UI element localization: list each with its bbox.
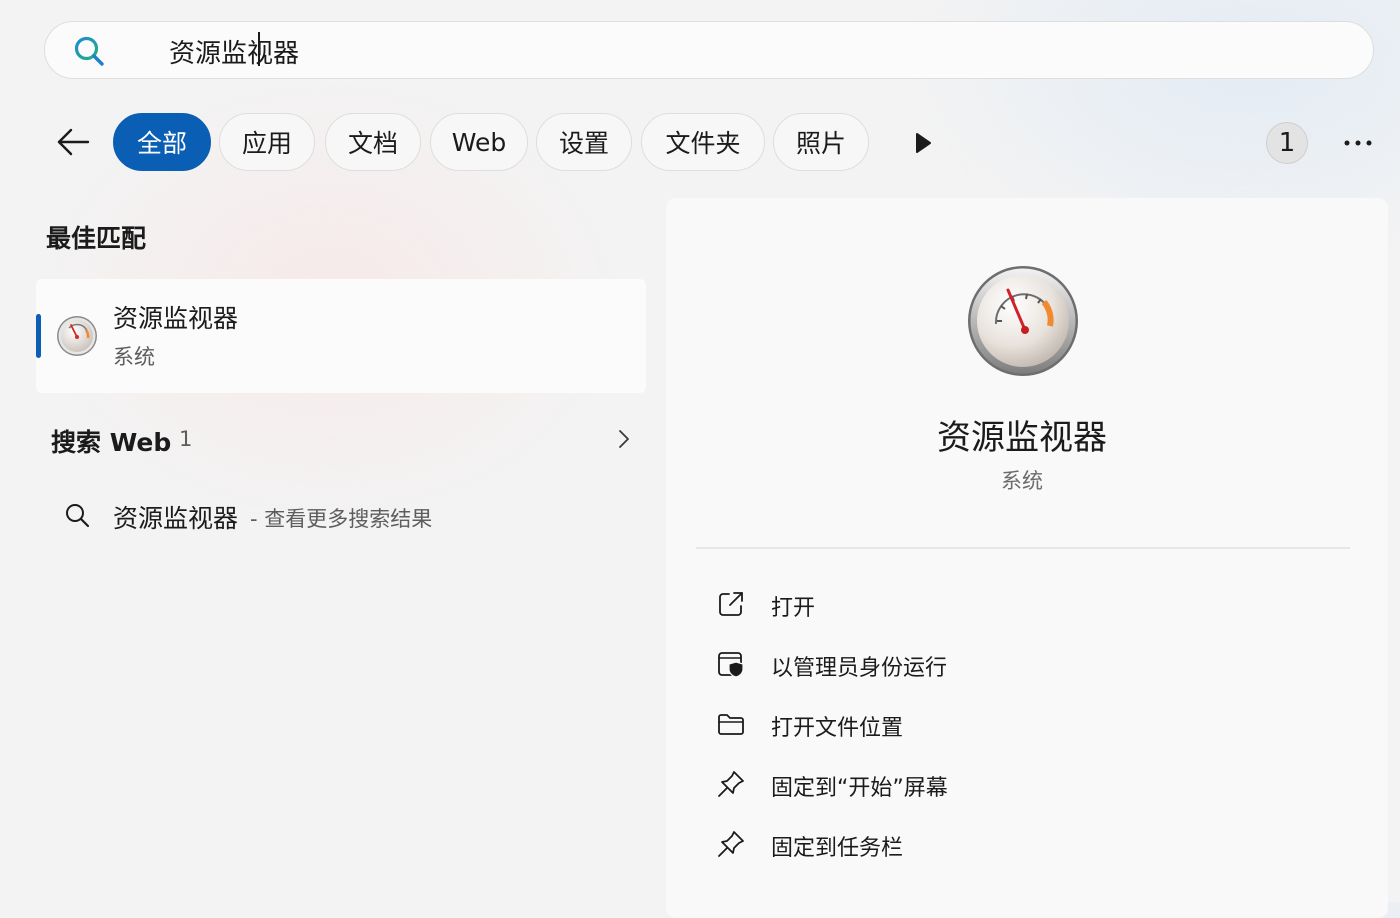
back-button[interactable] [50,117,96,167]
resource-monitor-icon [968,266,1078,376]
open-file-location-action[interactable]: 打开文件位置 [706,699,1306,749]
pin-to-taskbar-action[interactable]: 固定到任务栏 [706,819,1306,869]
pin-icon [718,771,744,797]
pin-icon [718,831,744,857]
best-match-item[interactable]: 资源监视器 系统 [36,279,646,393]
tab-documents[interactable]: 文档 [325,113,421,171]
more-tabs-button[interactable] [906,124,940,162]
preview-title: 资源监视器 [937,418,1107,458]
pin-to-taskbar-label: 固定到任务栏 [771,836,904,861]
preview-subtitle: 系统 [1001,469,1043,493]
run-as-admin-label: 以管理员身份运行 [771,656,948,681]
divider [696,547,1350,549]
best-match-type: 系统 [113,345,155,369]
tab-settings[interactable]: 设置 [536,113,632,171]
arrow-left-icon [57,128,90,156]
pin-to-start-label: 固定到“开始”屏幕 [771,776,948,801]
open-external-icon [719,592,743,616]
search-bar[interactable] [44,21,1374,79]
search-input[interactable] [169,32,1349,70]
web-result-suffix: - 查看更多搜索结果 [250,507,433,531]
search-web-count: 1 [179,427,193,451]
web-result-item[interactable]: 资源监视器 - 查看更多搜索结果 [36,486,646,544]
open-action[interactable]: 打开 [706,579,1306,629]
tab-folders[interactable]: 文件夹 [641,113,765,171]
best-match-heading: 最佳匹配 [46,224,147,253]
search-icon [74,36,104,66]
text-caret [258,32,260,66]
open-action-label: 打开 [771,596,816,621]
pin-to-start-action[interactable]: 固定到“开始”屏幕 [706,759,1306,809]
tab-apps[interactable]: 应用 [219,113,315,171]
tab-all[interactable]: 全部 [113,113,211,171]
admin-shield-icon [718,652,744,678]
search-web-header[interactable]: 搜索 Web 1 [36,410,646,468]
selection-indicator [36,314,41,358]
open-file-location-label: 打开文件位置 [771,716,904,741]
play-right-icon [916,133,931,153]
search-web-heading: 搜索 Web [51,428,172,457]
folder-icon [718,714,744,735]
resource-monitor-icon [57,316,97,356]
preview-panel: 资源监视器 系统 打开 以管理员身份运行 打开文件位置 固定到“开始”屏幕 固定… [666,198,1388,918]
chevron-right-icon [619,430,629,448]
search-icon [66,504,90,528]
ellipsis-icon [1344,140,1372,146]
more-options-button[interactable] [1336,124,1380,162]
web-result-query: 资源监视器 [113,504,239,533]
rewards-badge[interactable]: 1 [1266,122,1308,164]
best-match-name: 资源监视器 [113,304,239,333]
tab-photos[interactable]: 照片 [773,113,869,171]
run-as-admin-action[interactable]: 以管理员身份运行 [706,639,1306,689]
tab-web[interactable]: Web [430,113,528,171]
